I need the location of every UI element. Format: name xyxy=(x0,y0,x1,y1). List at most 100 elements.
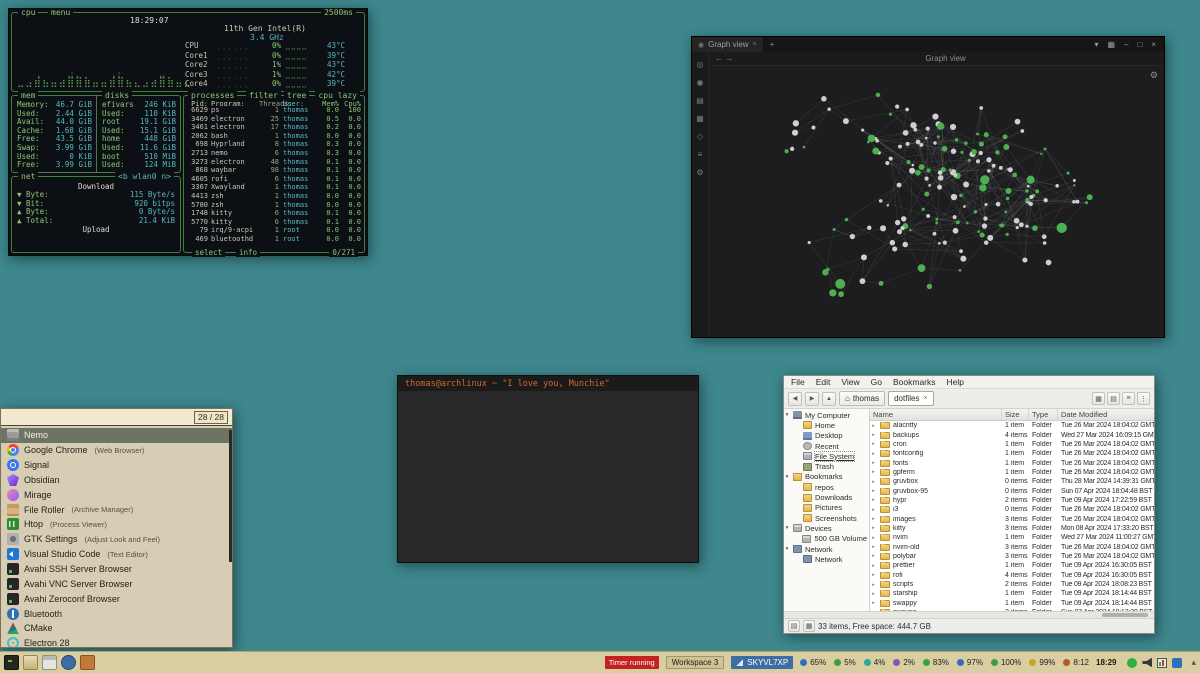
tree-pane-button[interactable]: ▦ xyxy=(803,620,815,632)
tab-list-chevron-icon[interactable]: ▾ xyxy=(1094,40,1098,49)
file-row[interactable]: ▸ gruvbox 0 items Folder Thu 28 Mar 2024… xyxy=(870,477,1154,486)
terminal-titlebar[interactable]: thomas@archlinux ~ "I love you, Munchie" xyxy=(398,376,698,391)
row-expander-icon[interactable]: ▸ xyxy=(870,469,877,475)
minimize-button[interactable]: – xyxy=(1124,40,1128,49)
row-expander-icon[interactable]: ▸ xyxy=(870,432,877,438)
launcher-item[interactable]: File Roller (Archive Manager) xyxy=(1,502,232,517)
browser-launcher-icon[interactable] xyxy=(61,655,76,670)
sidebar-item[interactable]: File System xyxy=(784,451,869,461)
sidebar-item[interactable]: ▾ My Computer xyxy=(784,410,869,420)
btop-mem-title[interactable]: mem xyxy=(18,91,38,100)
file-row[interactable]: ▸ hypr 2 items Folder Tue 09 Apr 2024 17… xyxy=(870,496,1154,505)
metric[interactable]: 4% xyxy=(864,658,886,667)
column-type[interactable]: Type xyxy=(1029,409,1058,420)
process-row[interactable]: 3461 electron 17 thomas 0.2 0.0 xyxy=(184,123,364,132)
clock[interactable]: 18:29 xyxy=(1096,658,1116,667)
icon-view-button[interactable]: ▦ xyxy=(1092,392,1105,405)
file-row[interactable]: ▸ polybar 3 items Folder Tue 26 Mar 2024… xyxy=(870,552,1154,561)
process-row[interactable]: 3469 electron 25 thomas 0.5 0.0 xyxy=(184,115,364,124)
sidebar-item[interactable]: Network xyxy=(784,554,869,564)
menu-item[interactable]: View xyxy=(841,377,859,387)
launcher-item[interactable]: Mirage xyxy=(1,487,232,502)
btop-processes-title[interactable]: processes xyxy=(188,91,237,100)
horizontal-scrollbar[interactable] xyxy=(784,611,1154,618)
nav-back-icon[interactable]: ← xyxy=(715,54,723,63)
printer-launcher-icon[interactable] xyxy=(42,655,57,670)
row-expander-icon[interactable]: ▸ xyxy=(870,572,877,578)
tab-graph-view[interactable]: ◉ Graph view × xyxy=(692,37,764,52)
up-button[interactable]: ▲ xyxy=(822,392,836,406)
file-row[interactable]: ▸ prettier 1 item Folder Tue 09 Apr 2024… xyxy=(870,561,1154,570)
file-row[interactable]: ▸ cron 1 item Folder Tue 26 Mar 2024 18:… xyxy=(870,440,1154,449)
expander-icon[interactable]: ▾ xyxy=(784,474,790,480)
file-row[interactable]: ▸ alacritty 1 item Folder Tue 26 Mar 202… xyxy=(870,421,1154,430)
network-tray-icon[interactable] xyxy=(1172,658,1182,668)
scrollbar-thumb[interactable] xyxy=(1102,613,1148,617)
file-row[interactable]: ▸ starship 1 item Folder Tue 09 Apr 2024… xyxy=(870,589,1154,598)
launcher-item[interactable]: Avahi VNC Server Browser xyxy=(1,576,232,591)
process-row[interactable]: 2062 bash 1 thomas 0.0 0.0 xyxy=(184,132,364,141)
row-expander-icon[interactable]: ▸ xyxy=(870,488,877,494)
settings-icon[interactable]: ⚙ xyxy=(696,168,703,177)
launcher-item[interactable]: Avahi Zeroconf Browser xyxy=(1,591,232,606)
row-expander-icon[interactable]: ▸ xyxy=(870,582,877,588)
row-expander-icon[interactable]: ▸ xyxy=(870,507,877,513)
files-launcher-icon[interactable] xyxy=(23,655,38,670)
process-row[interactable]: 4413 zsh 1 thomas 0.0 0.0 xyxy=(184,192,364,201)
row-expander-icon[interactable]: ▸ xyxy=(870,460,877,466)
file-row[interactable]: ▸ images 3 items Folder Tue 26 Mar 2024 … xyxy=(870,514,1154,523)
btop-menu-button[interactable]: menu xyxy=(48,8,73,17)
metric[interactable]: 99% xyxy=(1029,658,1055,667)
launcher-item[interactable]: Google Chrome (Web Browser) xyxy=(1,443,232,458)
btop-interval[interactable]: 2500ms xyxy=(321,8,356,17)
row-expander-icon[interactable]: ▸ xyxy=(870,544,877,550)
metric[interactable]: 2% xyxy=(893,658,915,667)
file-row[interactable]: ▸ nvim 1 item Folder Wed 27 Mar 2024 11:… xyxy=(870,533,1154,542)
close-button[interactable]: × xyxy=(1151,40,1156,49)
graph-area[interactable]: ⚙ xyxy=(709,66,1164,337)
tab-dotfiles[interactable]: dotfiles × xyxy=(888,391,933,406)
editor-launcher-icon[interactable] xyxy=(80,655,95,670)
sidebar-item[interactable]: ▾ Network xyxy=(784,544,869,554)
file-row[interactable]: ▸ gruvbox-95 0 items Folder Sun 07 Apr 2… xyxy=(870,486,1154,495)
tab-close-icon[interactable]: × xyxy=(923,395,927,402)
graph-settings-gear-icon[interactable]: ⚙ xyxy=(1150,70,1158,81)
row-expander-icon[interactable]: ▸ xyxy=(870,497,877,503)
workspace-indicator[interactable]: Workspace 3 xyxy=(666,656,725,669)
launcher-item[interactable]: Bluetooth xyxy=(1,606,232,621)
process-row[interactable]: 2713 nemo 6 thomas 0.3 0.0 xyxy=(184,149,364,158)
canvas-icon[interactable]: ▤ xyxy=(696,96,704,105)
forward-button[interactable]: ▶ xyxy=(805,392,819,406)
timer-badge[interactable]: Timer running xyxy=(605,656,659,669)
process-row[interactable]: 3273 electron 48 thomas 0.1 0.0 xyxy=(184,158,364,167)
metric[interactable]: 65% xyxy=(800,658,826,667)
metric[interactable]: 5% xyxy=(834,658,856,667)
menu-item[interactable]: Bookmarks xyxy=(893,377,936,387)
expander-icon[interactable]: ▾ xyxy=(784,546,790,552)
sidebar-item[interactable]: Home xyxy=(784,420,869,430)
volume-icon[interactable] xyxy=(1142,658,1152,668)
sidebar-item[interactable]: Desktop xyxy=(784,431,869,441)
tab-close-icon[interactable]: × xyxy=(753,41,757,48)
launcher-search-input[interactable] xyxy=(5,412,194,422)
metric[interactable]: 100% xyxy=(991,658,1021,667)
row-expander-icon[interactable]: ▸ xyxy=(870,591,877,597)
nav-forward-icon[interactable]: → xyxy=(725,54,733,63)
sidebar-item[interactable]: Pictures xyxy=(784,503,869,513)
btop-net-title[interactable]: net xyxy=(18,172,38,181)
process-row[interactable]: 698 Hyprland 8 thomas 0.3 0.0 xyxy=(184,140,364,149)
btop-disks-title[interactable]: disks xyxy=(102,91,132,100)
sidebar-item[interactable]: 500 GB Volume xyxy=(784,534,869,544)
btop-cpu-title[interactable]: cpu xyxy=(18,8,38,17)
sidebar-item[interactable]: ▾ Bookmarks xyxy=(784,472,869,482)
obsidian-titlebar[interactable]: ◉ Graph view × + ▾ ▦ – □ × xyxy=(692,37,1164,52)
process-row[interactable]: 868 waybar 98 thomas 0.1 0.0 xyxy=(184,166,364,175)
path-home-button[interactable]: ⌂ thomas xyxy=(839,391,885,406)
launcher-item[interactable]: Nemo xyxy=(1,428,232,443)
launcher-item[interactable]: Htop (Process Viewer) xyxy=(1,517,232,532)
process-row[interactable]: 6629 ps 1 thomas 0.0 100 xyxy=(184,106,364,115)
menu-item[interactable]: Go xyxy=(871,377,882,387)
back-button[interactable]: ◀ xyxy=(788,392,802,406)
process-row[interactable]: 469 bluetoothd 1 root 0.0 0.0 xyxy=(184,235,364,244)
row-expander-icon[interactable]: ▸ xyxy=(870,600,877,606)
